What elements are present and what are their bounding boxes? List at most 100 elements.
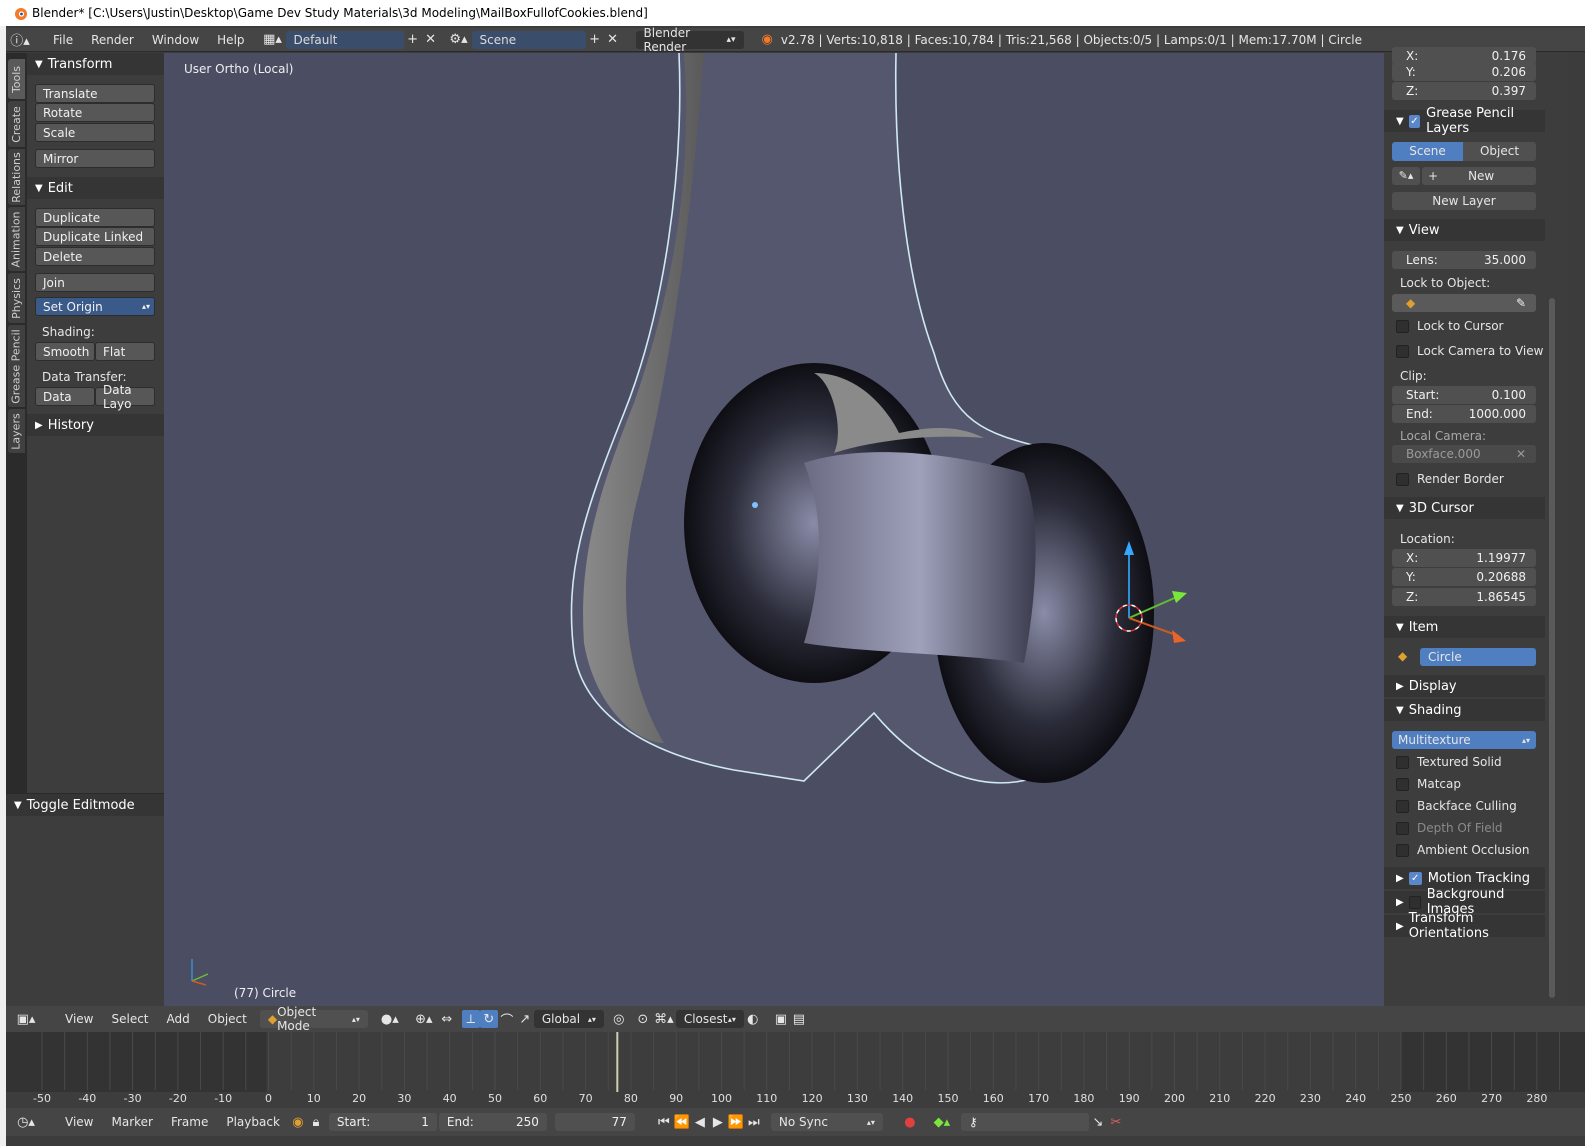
- current-frame-field[interactable]: 77: [554, 1113, 635, 1131]
- translate-button[interactable]: Translate: [35, 84, 155, 103]
- timeline-area[interactable]: -50 -40 -30 -20 -10 0 10 20 30 40 50 60 70 80 90 100 110…: [6, 1032, 1585, 1108]
- tab-relations[interactable]: Relations: [8, 149, 25, 205]
- add-scene-icon[interactable]: +: [586, 31, 604, 49]
- delete-keyframe-icon[interactable]: ✂: [1107, 1113, 1125, 1131]
- toggle-editmode-header[interactable]: ▼ Toggle Editmode: [6, 794, 164, 816]
- scene-icon[interactable]: ⚙▴: [446, 31, 472, 49]
- menu-render[interactable]: Render: [82, 33, 143, 47]
- translate-manipulator-icon[interactable]: ⟂: [461, 1010, 480, 1028]
- menu-file[interactable]: File: [44, 33, 82, 47]
- 3d-cursor-header[interactable]: ▼ 3D Cursor: [1384, 497, 1545, 519]
- lock-camera-checkbox[interactable]: Lock Camera to View: [1396, 344, 1543, 358]
- grease-pencil-layers-header[interactable]: ▼ ✓ Grease Pencil Layers: [1384, 106, 1545, 136]
- data-button[interactable]: Data: [35, 387, 95, 406]
- render-preview-icon[interactable]: ▣: [772, 1010, 790, 1028]
- ambient-occlusion-checkbox[interactable]: Ambient Occlusion: [1396, 843, 1529, 857]
- edit-panel-header[interactable]: ▼ Edit: [27, 177, 164, 199]
- info-editor-icon[interactable]: ⓘ▴: [6, 31, 34, 49]
- pivot-point-icon[interactable]: ⊕▴: [410, 1010, 438, 1028]
- shading-mode-select[interactable]: Multitexture ▴▾: [1392, 731, 1536, 749]
- tab-layers[interactable]: Layers: [8, 409, 25, 453]
- location-y-field[interactable]: Y: 0.206: [1392, 63, 1536, 81]
- delete-button[interactable]: Delete: [35, 247, 155, 266]
- object-toggle[interactable]: Object: [1463, 142, 1536, 161]
- view-panel-header[interactable]: ▼ View: [1384, 219, 1545, 241]
- mailbox-model[interactable]: [164, 53, 1384, 1006]
- local-camera-field[interactable]: Boxface.000 ✕: [1392, 445, 1536, 463]
- cursor-y-field[interactable]: Y: 0.20688: [1392, 568, 1536, 586]
- record-icon[interactable]: ●: [901, 1113, 919, 1131]
- insert-keyframe-icon[interactable]: ↘: [1089, 1113, 1107, 1131]
- menu-marker[interactable]: Marker: [102, 1115, 161, 1129]
- mirror-button[interactable]: Mirror: [35, 149, 155, 168]
- menu-frame[interactable]: Frame: [162, 1115, 217, 1129]
- scale-manipulator-icon[interactable]: ⌒: [498, 1010, 516, 1029]
- render-animation-icon[interactable]: ▤: [790, 1010, 808, 1028]
- play-icon[interactable]: ▶: [709, 1113, 727, 1131]
- jump-keyframe-forward-icon[interactable]: ⏩: [727, 1113, 745, 1131]
- tab-tools[interactable]: Tools: [8, 59, 25, 99]
- menu-playback[interactable]: Playback: [217, 1115, 289, 1129]
- keying-set-field[interactable]: ⚷: [960, 1113, 1089, 1131]
- history-panel-header[interactable]: ▶ History: [27, 414, 164, 436]
- item-name-field[interactable]: Circle: [1420, 648, 1536, 666]
- location-z-field[interactable]: Z: 0.397: [1392, 82, 1536, 100]
- eyedropper-icon[interactable]: ✎: [1516, 296, 1526, 310]
- menu-window[interactable]: Window: [143, 33, 208, 47]
- menu-select[interactable]: Select: [102, 1012, 157, 1026]
- flat-button[interactable]: Flat: [95, 342, 155, 361]
- render-engine-select[interactable]: Blender Render ▴▾: [635, 26, 744, 54]
- set-origin-select[interactable]: Set Origin ▴▾: [35, 297, 155, 316]
- jump-start-icon[interactable]: ⏮: [655, 1113, 673, 1131]
- snap-target-select[interactable]: Closest ▴▾: [675, 1010, 744, 1028]
- display-panel-header[interactable]: ▶ Display: [1384, 675, 1545, 697]
- menu-object[interactable]: Object: [199, 1012, 256, 1026]
- remove-scene-icon[interactable]: ✕: [604, 31, 622, 49]
- transform-panel-header[interactable]: ▼ Transform: [27, 53, 164, 75]
- lock-icon[interactable]: 🔒︎: [307, 1113, 325, 1131]
- layers-icon[interactable]: ◎: [610, 1010, 628, 1028]
- end-frame-field[interactable]: End: 250: [438, 1113, 547, 1131]
- add-layout-icon[interactable]: +: [404, 31, 422, 49]
- sync-select[interactable]: No Sync ▴▾: [770, 1113, 883, 1131]
- new-grease-button[interactable]: + New: [1422, 167, 1536, 185]
- pencil-datablock-icon[interactable]: ✎▴: [1392, 167, 1420, 185]
- screen-layout-field[interactable]: Default: [285, 30, 404, 49]
- lock-object-field[interactable]: ◆ ✎: [1392, 294, 1536, 312]
- snap-rotate-icon[interactable]: ◐: [744, 1010, 762, 1028]
- play-reverse-icon[interactable]: ◀: [691, 1113, 709, 1131]
- smooth-button[interactable]: Smooth: [35, 342, 95, 361]
- mode-select[interactable]: ◆ Object Mode ▴▾: [259, 1005, 368, 1033]
- cursor-x-field[interactable]: X: 1.19977: [1392, 549, 1536, 567]
- timeline-ruler[interactable]: -50 -40 -30 -20 -10 0 10 20 30 40 50 60 70 80 90 100 110…: [6, 1032, 1585, 1108]
- transform-orientation-icon[interactable]: ↗: [516, 1010, 534, 1028]
- start-frame-field[interactable]: Start: 1: [328, 1113, 437, 1131]
- viewport-shading-icon[interactable]: ●▴: [376, 1010, 404, 1028]
- shading-panel-header[interactable]: ▼ Shading: [1384, 699, 1545, 721]
- snap-toggle-icon[interactable]: ⊙: [634, 1010, 652, 1028]
- scene-toggle[interactable]: Scene: [1392, 142, 1463, 161]
- item-panel-header[interactable]: ▼ Item: [1384, 616, 1545, 638]
- jump-end-icon[interactable]: ⏭: [745, 1113, 763, 1131]
- join-button[interactable]: Join: [35, 273, 155, 292]
- backface-culling-checkbox[interactable]: Backface Culling: [1396, 799, 1517, 813]
- render-border-checkbox[interactable]: Render Border: [1396, 472, 1504, 486]
- textured-solid-checkbox[interactable]: Textured Solid: [1396, 755, 1502, 769]
- tab-physics[interactable]: Physics: [8, 273, 25, 323]
- properties-scrollbar[interactable]: [1545, 53, 1568, 1006]
- duplicate-button[interactable]: Duplicate: [35, 208, 155, 227]
- jump-keyframe-back-icon[interactable]: ⏪: [673, 1113, 691, 1131]
- rotate-manipulator-icon[interactable]: ↻: [479, 1010, 498, 1028]
- manipulator-icon[interactable]: ⇔: [438, 1010, 456, 1028]
- new-layer-button[interactable]: New Layer: [1392, 192, 1536, 210]
- timeline-editor-icon[interactable]: ◷▴: [12, 1113, 40, 1131]
- cursor-z-field[interactable]: Z: 1.86545: [1392, 588, 1536, 606]
- menu-view-timeline[interactable]: View: [56, 1115, 102, 1129]
- snap-element-icon[interactable]: ⌘▴: [652, 1010, 676, 1028]
- motion-tracking-header[interactable]: ▶ ✓ Motion Tracking: [1384, 867, 1545, 889]
- scene-field[interactable]: Scene: [471, 30, 586, 49]
- tab-animation[interactable]: Animation: [8, 207, 25, 271]
- lens-field[interactable]: Lens: 35.000: [1392, 251, 1536, 269]
- remove-layout-icon[interactable]: ✕: [422, 31, 440, 49]
- 3d-viewport[interactable]: User Ortho (Local) (77) Circle: [164, 53, 1384, 1006]
